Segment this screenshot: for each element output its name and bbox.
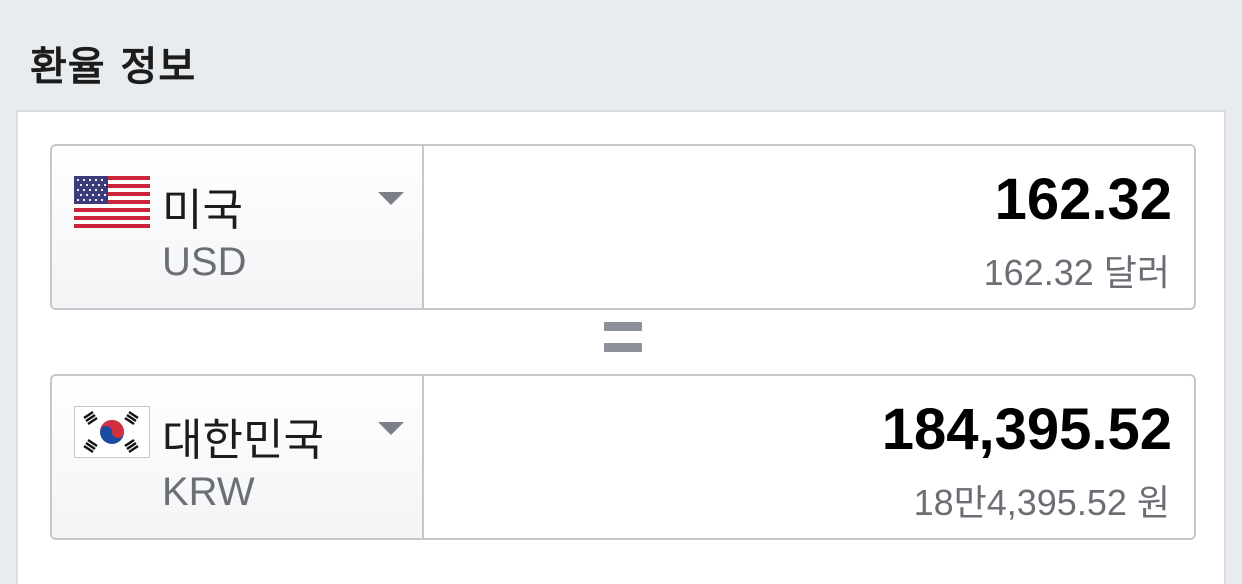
target-amount-value: 184,395.52 xyxy=(881,397,1172,462)
target-amount-field[interactable]: 184,395.52 18만4,395.52 원 xyxy=(424,376,1194,538)
kr-flag-icon xyxy=(74,406,150,458)
source-currency-code: USD xyxy=(162,240,247,284)
source-amount-value: 162.32 xyxy=(994,167,1172,232)
target-currency-row: 대한민국 KRW 184,395.52 18만4,395.52 원 xyxy=(50,374,1196,540)
source-amount-reading: 162.32 달러 xyxy=(983,252,1170,293)
page-title: 환율 정보 xyxy=(30,44,197,90)
source-currency-row: 미국 USD 162.32 162.32 달러 xyxy=(50,144,1196,310)
target-currency-code: KRW xyxy=(162,470,255,514)
target-currency-select[interactable]: 대한민국 KRW xyxy=(52,376,424,538)
source-currency-select[interactable]: 미국 USD xyxy=(52,146,424,308)
us-flag-icon xyxy=(74,176,150,228)
chevron-down-icon xyxy=(378,192,404,205)
target-country-name: 대한민국 xyxy=(162,415,324,466)
source-country-name: 미국 xyxy=(162,185,243,236)
chevron-down-icon xyxy=(378,422,404,435)
equals-icon xyxy=(604,322,642,352)
target-amount-reading: 18만4,395.52 원 xyxy=(913,482,1170,523)
exchange-panel: 미국 USD 162.32 162.32 달러 대한민국 KRW 184,395… xyxy=(16,110,1226,584)
source-amount-field[interactable]: 162.32 162.32 달러 xyxy=(424,146,1194,308)
